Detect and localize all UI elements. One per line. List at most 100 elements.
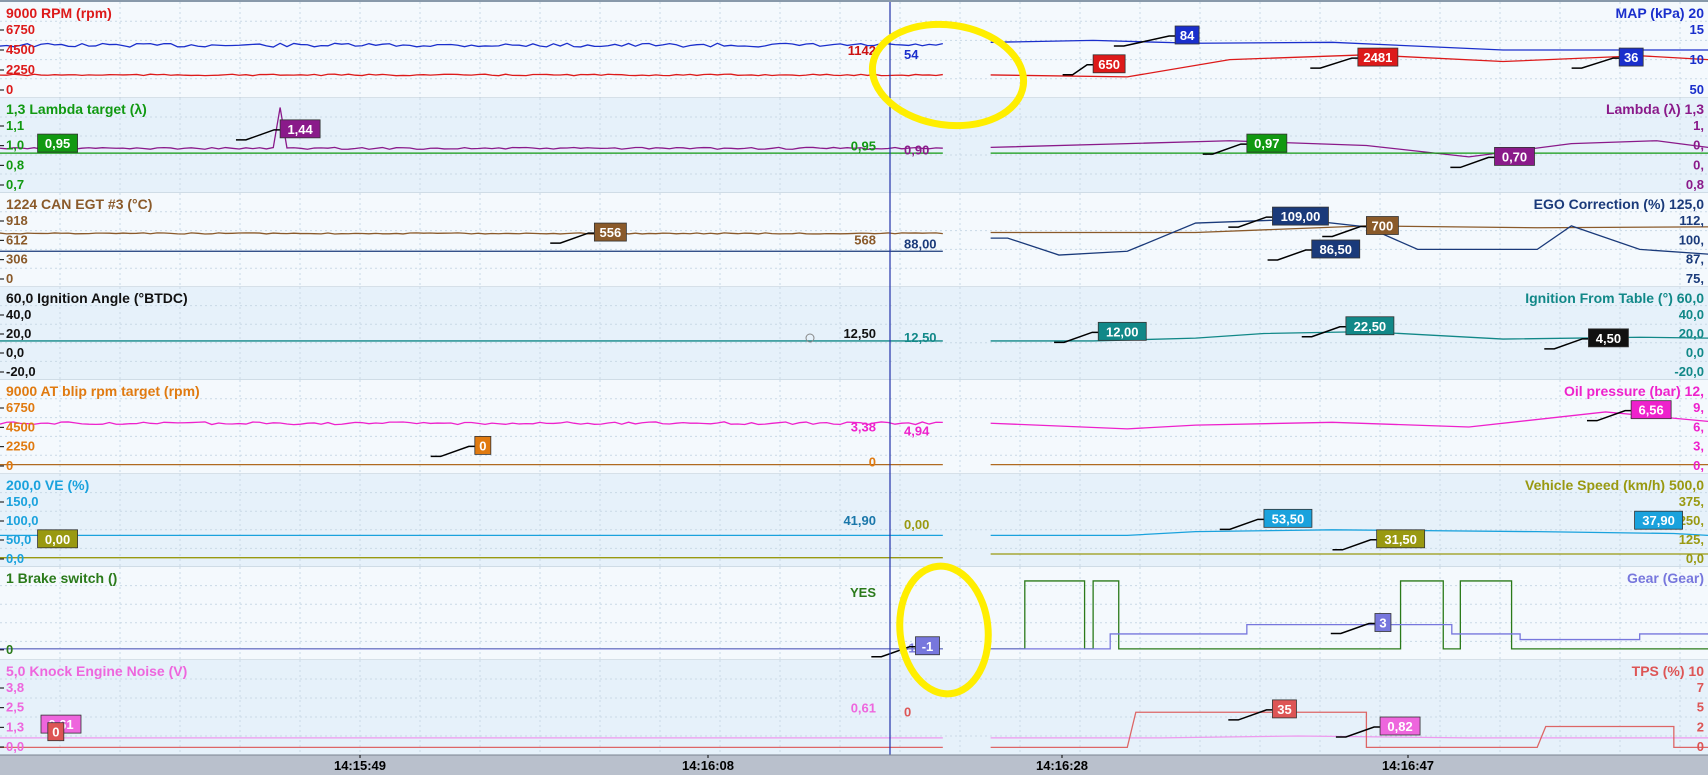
left-axis-tick: 2,5 (6, 700, 24, 715)
left-axis-tick: 2250 (6, 62, 35, 77)
value-tag-label: 0,82 (1387, 719, 1412, 734)
cursor-value-left-secondary: 0 (869, 454, 876, 469)
left-axis-tick: 1,3 (6, 719, 24, 734)
lane-right-title: Ignition From Table (°) 60,0 (1525, 290, 1704, 306)
right-axis-tick: 75, (1686, 271, 1704, 286)
right-axis-tick: 0, (1693, 138, 1704, 153)
left-axis-tick: 40,0 (6, 307, 31, 322)
value-tag-label: 700 (1372, 219, 1394, 234)
left-axis-tick: -20,0 (6, 364, 36, 379)
left-axis-tick: 4500 (6, 419, 35, 434)
left-axis-tick: 0 (6, 458, 13, 473)
right-axis-tick: 7 (1697, 680, 1704, 695)
lane-left-title: 9000 AT blip rpm target (rpm) (6, 383, 200, 399)
value-tag-label: 35 (1277, 702, 1291, 717)
cursor-value-left: YES (850, 585, 876, 600)
value-tag-label: 53,50 (1272, 511, 1305, 526)
lane-left-title: 5,0 Knock Engine Noise (V) (6, 663, 187, 679)
value-tag-label: 36 (1624, 50, 1638, 65)
right-axis-tick: 0,0 (1686, 345, 1704, 360)
left-axis-tick: 20,0 (6, 326, 31, 341)
cursor-value-right: 0,00 (904, 517, 929, 532)
right-axis-tick: 112, (1679, 213, 1704, 228)
lane-right-title: Vehicle Speed (km/h) 500,0 (1525, 477, 1704, 493)
right-axis-tick: -20,0 (1674, 364, 1704, 379)
value-tag-label: 86,50 (1319, 242, 1352, 257)
lane-left-title: 60,0 Ignition Angle (°BTDC) (6, 290, 188, 306)
lane-right-title: Oil pressure (bar) 12, (1564, 383, 1704, 399)
right-axis-tick: 0 (1697, 739, 1704, 754)
cursor-value-left: 41,90 (843, 513, 876, 528)
value-tag-label: 0,00 (45, 532, 70, 547)
right-axis-tick: 6, (1693, 419, 1704, 434)
value-tag-label: 0,95 (45, 136, 70, 151)
left-axis-tick: 150,0 (6, 494, 39, 509)
left-axis-tick: 6750 (6, 22, 35, 37)
left-axis-tick: 0,7 (6, 177, 24, 192)
left-axis-tick: 0,0 (6, 739, 24, 754)
left-axis-tick: 1,0 (6, 138, 24, 153)
right-axis-tick: 0, (1693, 458, 1704, 473)
left-axis-tick: 0,0 (6, 345, 24, 360)
left-axis-tick: 6750 (6, 400, 35, 415)
value-tag-label: 650 (1098, 57, 1120, 72)
value-tag-label: 0 (479, 438, 486, 453)
lane-right-title: EGO Correction (%) 125,0 (1534, 196, 1705, 212)
cursor-value-left: 0,95 (851, 138, 876, 153)
left-axis-tick: 1,1 (6, 118, 24, 133)
cursor-value-right: 54 (904, 47, 919, 62)
cursor-value-right: 4,94 (904, 424, 930, 439)
lane-left-title: 1,3 Lambda target (λ) (6, 101, 147, 117)
value-tag-label: 12,00 (1106, 324, 1139, 339)
value-tag-label: 22,50 (1354, 319, 1387, 334)
right-axis-tick: 125, (1679, 532, 1704, 547)
value-tag-label: 0,70 (1502, 149, 1527, 164)
right-axis-tick: 9, (1693, 400, 1704, 415)
right-axis-tick: 50 (1690, 82, 1704, 97)
value-tag-label: 84 (1180, 28, 1195, 43)
time-axis-tick: 14:16:47 (1382, 758, 1434, 773)
lane-left-title: 1 Brake switch () (6, 570, 117, 586)
left-axis-tick: 0,0 (6, 551, 24, 566)
left-axis-tick: 50,0 (6, 532, 31, 547)
top-border (0, 0, 1708, 2)
right-axis-tick: 1, (1693, 118, 1704, 133)
value-tag-label: 1,44 (287, 122, 313, 137)
right-axis-tick: 87, (1686, 252, 1704, 267)
cursor-value-left: 0,61 (851, 700, 876, 715)
right-axis-tick: 0,0 (1686, 551, 1704, 566)
left-axis-tick: 612 (6, 232, 28, 247)
value-tag-label: 4,50 (1596, 331, 1621, 346)
value-tag-label: -1 (922, 639, 934, 654)
time-axis-bar (0, 755, 1708, 775)
right-axis-tick: 20,0 (1679, 326, 1704, 341)
value-tag-label: 2481 (1363, 50, 1392, 65)
lane-brake-gear-background (0, 567, 1708, 660)
right-axis-tick: 15 (1690, 22, 1704, 37)
right-axis-tick: 0, (1693, 157, 1704, 172)
time-axis-tick: 14:16:08 (682, 758, 734, 773)
lane-right-title: MAP (kPa) 20 (1616, 5, 1705, 21)
value-tag-label: 0 (52, 725, 59, 740)
value-tag-label: 0,97 (1254, 136, 1279, 151)
lane-right-title: Gear (Gear) (1627, 570, 1704, 586)
lane-left-title: 200,0 VE (%) (6, 477, 89, 493)
right-axis-tick: 375, (1679, 494, 1704, 509)
right-axis-tick: 100, (1679, 232, 1704, 247)
time-axis-tick: 14:15:49 (334, 758, 386, 773)
cursor-value-right: 0,90 (904, 142, 929, 157)
value-tag-label: 556 (600, 225, 622, 240)
right-axis-tick: 2 (1697, 719, 1704, 734)
value-tag-label: 3 (1379, 616, 1386, 631)
left-axis-tick: 0 (6, 82, 13, 97)
right-axis-tick: 5 (1697, 700, 1704, 715)
lane-left-title: 1224 CAN EGT #3 (°C) (6, 196, 152, 212)
lane-right-title: TPS (%) 10 (1632, 663, 1705, 679)
value-tag-label: 37,90 (1642, 513, 1675, 528)
log-chart[interactable]: 9000 RPM (rpm) MAP (kPa) 20 6750 4500 2250 0 1… (0, 0, 1708, 775)
cursor-value-right: 12,50 (904, 330, 937, 345)
right-axis-tick: 0,8 (1686, 177, 1704, 192)
left-axis-tick: 2250 (6, 439, 35, 454)
left-axis-tick: 4500 (6, 42, 35, 57)
left-axis-tick: 918 (6, 213, 28, 228)
